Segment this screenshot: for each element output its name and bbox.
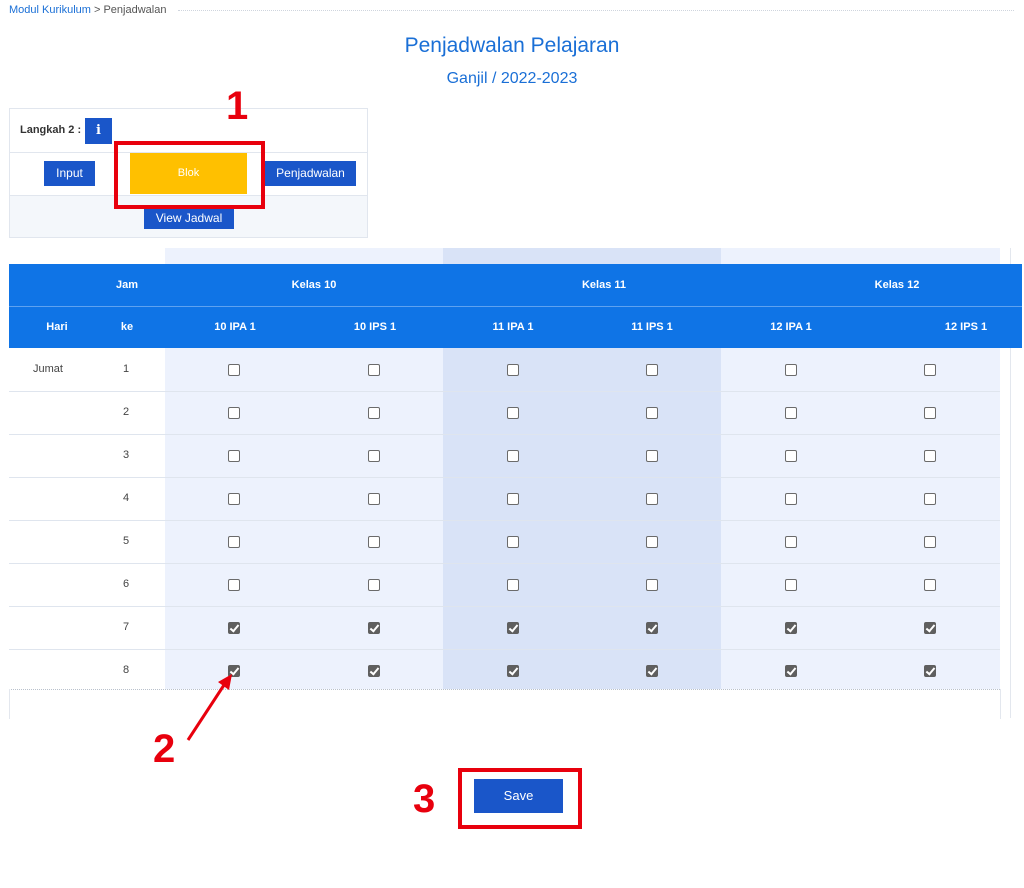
annotation-arrow-icon bbox=[186, 674, 232, 741]
header-ke: ke bbox=[120, 321, 134, 333]
penjadwalan-button[interactable]: Penjadwalan bbox=[265, 161, 356, 186]
view-jadwal-button[interactable]: View Jadwal bbox=[144, 207, 234, 229]
checkbox-11-ips-1-jam-1[interactable] bbox=[646, 363, 658, 376]
cell-jam-ke: 7 bbox=[122, 620, 130, 633]
cell-jam-ke: 3 bbox=[122, 448, 130, 461]
checkbox-10-ipa-1-jam-4[interactable] bbox=[228, 492, 240, 505]
breadcrumb-link-modul-kurikulum[interactable]: Modul Kurikulum bbox=[9, 4, 91, 16]
header-class-10-ipa-1: 10 IPA 1 bbox=[214, 321, 256, 333]
checkbox-10-ips-1-jam-7[interactable] bbox=[368, 621, 380, 634]
checkbox-12-ipa-1-jam-1[interactable] bbox=[785, 363, 797, 376]
header-class-12-ipa-1: 12 IPA 1 bbox=[770, 321, 812, 333]
checkbox-12-ipa-1-jam-2[interactable] bbox=[785, 406, 797, 419]
header-class-10-ips-1: 10 IPS 1 bbox=[353, 321, 397, 333]
header-kelas-10: Kelas 10 bbox=[291, 279, 337, 291]
checkbox-12-ipa-1-jam-8[interactable] bbox=[785, 664, 797, 677]
checkbox-11-ips-1-jam-7[interactable] bbox=[646, 621, 658, 634]
checkbox-12-ips-1-jam-4[interactable] bbox=[924, 492, 936, 505]
page-title: Penjadwalan Pelajaran bbox=[404, 34, 620, 57]
row-divider bbox=[9, 434, 1000, 435]
annotation-number-3: 3 bbox=[413, 777, 436, 821]
checkbox-11-ips-1-jam-8[interactable] bbox=[646, 664, 658, 677]
info-icon[interactable]: i bbox=[85, 118, 112, 144]
checkbox-12-ips-1-jam-1[interactable] bbox=[924, 363, 936, 376]
checkbox-10-ipa-1-jam-6[interactable] bbox=[228, 578, 240, 591]
checkbox-10-ips-1-jam-6[interactable] bbox=[368, 578, 380, 591]
cell-jam-ke: 8 bbox=[122, 663, 130, 676]
row-divider bbox=[9, 391, 1000, 392]
header-class-12-ips-1: 12 IPS 1 bbox=[944, 321, 988, 333]
annotation-number-1: 1 bbox=[226, 84, 249, 128]
checkbox-11-ips-1-jam-4[interactable] bbox=[646, 492, 658, 505]
checkbox-12-ipa-1-jam-7[interactable] bbox=[785, 621, 797, 634]
checkbox-10-ipa-1-jam-1[interactable] bbox=[228, 363, 240, 376]
table-bottom-border bbox=[9, 689, 1000, 690]
annotation-box-save bbox=[458, 768, 582, 829]
checkbox-12-ips-1-jam-5[interactable] bbox=[924, 535, 936, 548]
checkbox-10-ips-1-jam-5[interactable] bbox=[368, 535, 380, 548]
checkbox-11-ips-1-jam-2[interactable] bbox=[646, 406, 658, 419]
checkbox-10-ipa-1-jam-5[interactable] bbox=[228, 535, 240, 548]
header-kelas-12: Kelas 12 bbox=[874, 279, 920, 291]
checkbox-11-ipa-1-jam-2[interactable] bbox=[507, 406, 519, 419]
breadcrumb-separator: > bbox=[90, 4, 104, 16]
checkbox-12-ips-1-jam-7[interactable] bbox=[924, 621, 936, 634]
checkbox-11-ips-1-jam-6[interactable] bbox=[646, 578, 658, 591]
cell-hari: Jumat bbox=[33, 362, 63, 375]
table-footer-right-border bbox=[1000, 689, 1001, 719]
checkbox-12-ips-1-jam-8[interactable] bbox=[924, 664, 936, 677]
checkbox-10-ips-1-jam-3[interactable] bbox=[368, 449, 380, 462]
header-class-11-ipa-1: 11 IPA 1 bbox=[492, 321, 534, 333]
checkbox-10-ips-1-jam-8[interactable] bbox=[368, 664, 380, 677]
table-footer-left-border bbox=[9, 689, 10, 719]
checkbox-11-ipa-1-jam-7[interactable] bbox=[507, 621, 519, 634]
breadcrumb: Modul Kurikulum > Penjadwalan bbox=[9, 4, 166, 16]
checkbox-10-ipa-1-jam-7[interactable] bbox=[228, 621, 240, 634]
cell-jam-ke: 6 bbox=[122, 577, 130, 590]
checkbox-10-ipa-1-jam-2[interactable] bbox=[228, 406, 240, 419]
step-label: Langkah 2 : bbox=[20, 124, 82, 136]
page-subtitle: Ganjil / 2022-2023 bbox=[446, 70, 578, 87]
checkbox-12-ips-1-jam-2[interactable] bbox=[924, 406, 936, 419]
cell-jam-ke: 5 bbox=[122, 534, 130, 547]
table-header-row-2: Hari ke 10 IPA 1 10 IPS 1 11 IPA 1 11 IP… bbox=[9, 307, 1022, 348]
checkbox-10-ips-1-jam-2[interactable] bbox=[368, 406, 380, 419]
checkbox-11-ipa-1-jam-8[interactable] bbox=[507, 664, 519, 677]
header-kelas-11: Kelas 11 bbox=[581, 279, 627, 291]
checkbox-11-ipa-1-jam-3[interactable] bbox=[507, 449, 519, 462]
checkbox-11-ipa-1-jam-1[interactable] bbox=[507, 363, 519, 376]
checkbox-10-ips-1-jam-4[interactable] bbox=[368, 492, 380, 505]
row-divider bbox=[9, 477, 1000, 478]
annotation-box-blok bbox=[114, 141, 265, 209]
row-divider bbox=[9, 606, 1000, 607]
checkbox-11-ips-1-jam-3[interactable] bbox=[646, 449, 658, 462]
checkbox-12-ipa-1-jam-6[interactable] bbox=[785, 578, 797, 591]
header-jam: Jam bbox=[115, 279, 139, 291]
input-button[interactable]: Input bbox=[44, 161, 95, 186]
checkbox-11-ips-1-jam-5[interactable] bbox=[646, 535, 658, 548]
table-header-row-1: Jam Kelas 10 Kelas 11 Kelas 12 bbox=[9, 264, 1022, 306]
checkbox-12-ipa-1-jam-5[interactable] bbox=[785, 535, 797, 548]
checkbox-11-ipa-1-jam-5[interactable] bbox=[507, 535, 519, 548]
header-hari: Hari bbox=[46, 321, 68, 333]
row-divider bbox=[9, 563, 1000, 564]
checkbox-12-ips-1-jam-6[interactable] bbox=[924, 578, 936, 591]
cell-jam-ke: 2 bbox=[122, 405, 130, 418]
top-divider bbox=[178, 10, 1014, 11]
checkbox-11-ipa-1-jam-6[interactable] bbox=[507, 578, 519, 591]
checkbox-12-ips-1-jam-3[interactable] bbox=[924, 449, 936, 462]
row-divider bbox=[9, 520, 1000, 521]
checkbox-11-ipa-1-jam-4[interactable] bbox=[507, 492, 519, 505]
checkbox-10-ipa-1-jam-3[interactable] bbox=[228, 449, 240, 462]
checkbox-12-ipa-1-jam-3[interactable] bbox=[785, 449, 797, 462]
breadcrumb-current: Penjadwalan bbox=[103, 4, 167, 16]
checkbox-10-ips-1-jam-1[interactable] bbox=[368, 363, 380, 376]
cell-jam-ke: 1 bbox=[122, 362, 130, 375]
row-divider bbox=[9, 649, 1000, 650]
header-class-11-ips-1: 11 IPS 1 bbox=[631, 321, 673, 333]
cell-jam-ke: 4 bbox=[122, 491, 130, 504]
checkbox-12-ipa-1-jam-4[interactable] bbox=[785, 492, 797, 505]
